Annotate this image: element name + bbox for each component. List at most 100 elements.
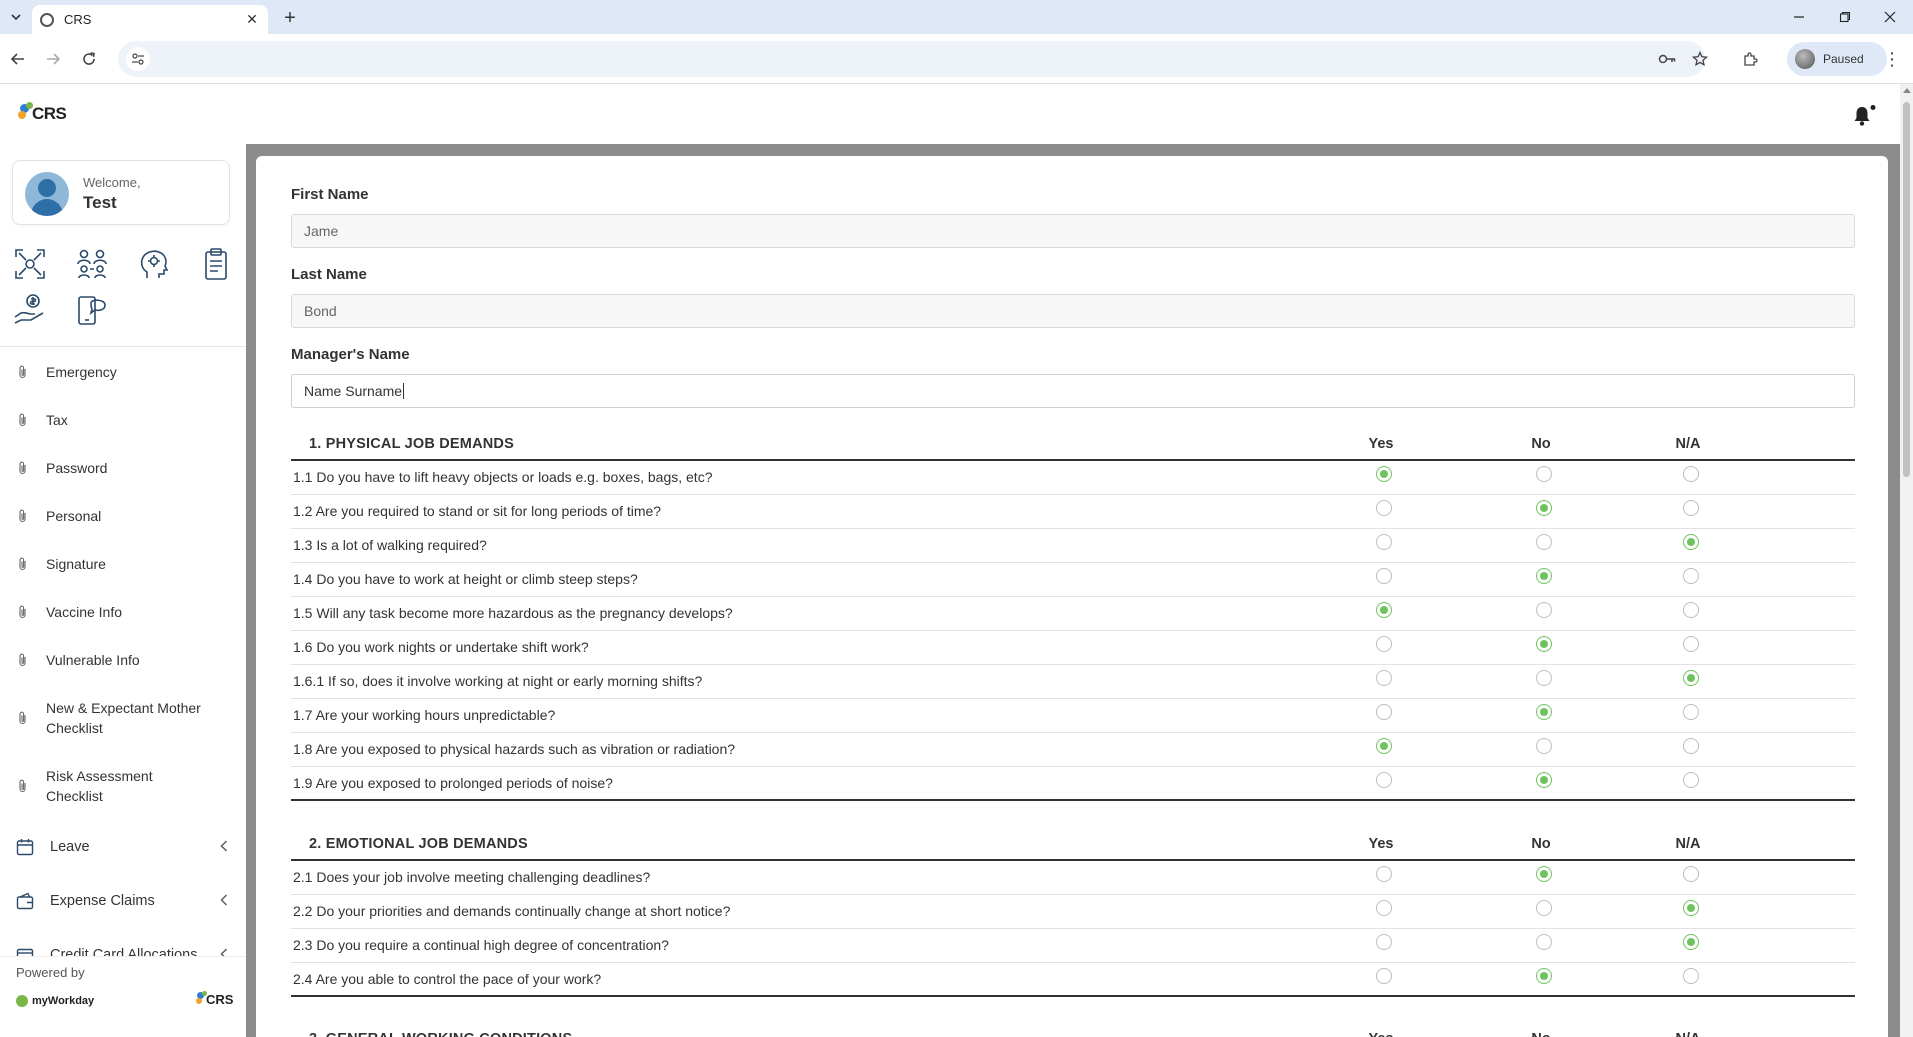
radio-no[interactable] [1536, 866, 1552, 882]
radio-no[interactable] [1536, 934, 1552, 950]
radio-no[interactable] [1536, 738, 1552, 754]
question-text: 2.2 Do your priorities and demands conti… [293, 903, 731, 919]
phone-chat-icon[interactable] [72, 290, 112, 330]
sidebar-item-label: Signature [46, 556, 106, 572]
radio-na[interactable] [1683, 568, 1699, 584]
radio-na[interactable] [1683, 704, 1699, 720]
radio-no[interactable] [1536, 636, 1552, 652]
radio-yes[interactable] [1376, 968, 1392, 984]
close-window-icon[interactable] [1867, 0, 1913, 34]
clipboard-icon[interactable] [196, 244, 236, 284]
radio-yes[interactable] [1376, 738, 1392, 754]
radio-no[interactable] [1536, 670, 1552, 686]
sidebar-group-leave[interactable]: Leave [0, 820, 246, 874]
welcome-card[interactable]: Welcome, Test [12, 160, 230, 225]
radio-yes[interactable] [1376, 866, 1392, 882]
radio-na[interactable] [1683, 866, 1699, 882]
radio-no[interactable] [1536, 968, 1552, 984]
radio-yes[interactable] [1376, 900, 1392, 916]
back-icon[interactable] [6, 47, 30, 71]
site-info-icon[interactable] [126, 47, 150, 71]
logo-text: CRS [32, 104, 67, 123]
first-name-input[interactable]: Jame [291, 214, 1855, 248]
sidebar-item-vaccine-info[interactable]: Vaccine Info [0, 588, 246, 636]
password-key-icon[interactable] [1655, 47, 1679, 71]
page-scrollbar[interactable] [1900, 84, 1913, 1037]
question-row: 1.9 Are you exposed to prolonged periods… [291, 767, 1855, 801]
salary-hand-icon[interactable] [10, 290, 50, 330]
minimize-icon[interactable] [1776, 0, 1822, 34]
scroll-up-arrow-icon[interactable] [1903, 88, 1911, 93]
radio-yes[interactable] [1376, 500, 1392, 516]
radio-na[interactable] [1683, 636, 1699, 652]
radio-no[interactable] [1536, 534, 1552, 550]
question-text: 1.5 Will any task become more hazardous … [293, 605, 733, 621]
question-text: 2.1 Does your job involve meeting challe… [293, 869, 651, 885]
sidebar-item-new-expectant-mother-checklist[interactable]: New & Expectant Mother Checklist [0, 684, 246, 752]
manager-name-input[interactable]: Name Surname [291, 374, 1855, 408]
question-row: 1.8 Are you exposed to physical hazards … [291, 733, 1855, 767]
radio-na[interactable] [1683, 772, 1699, 788]
radio-yes[interactable] [1376, 534, 1392, 550]
sidebar-item-emergency[interactable]: Emergency [0, 348, 246, 396]
column-header-yes: Yes [1368, 436, 1394, 452]
radio-na[interactable] [1683, 738, 1699, 754]
radio-na[interactable] [1683, 934, 1699, 950]
sidebar-item-signature[interactable]: Signature [0, 540, 246, 588]
sidebar-group-expense-claims[interactable]: Expense Claims [0, 874, 246, 928]
reload-icon[interactable] [77, 47, 101, 71]
radio-yes[interactable] [1376, 568, 1392, 584]
radio-no[interactable] [1536, 900, 1552, 916]
head-gear-icon[interactable] [134, 244, 174, 284]
radio-na[interactable] [1683, 534, 1699, 550]
radio-yes[interactable] [1376, 772, 1392, 788]
radio-no[interactable] [1536, 568, 1552, 584]
paperclip-icon [16, 413, 30, 427]
browser-tab[interactable]: CRS ✕ [32, 5, 268, 34]
sidebar-item-risk-assessment-checklist[interactable]: Risk Assessment Checklist [0, 752, 246, 820]
close-tab-icon[interactable]: ✕ [244, 11, 260, 28]
radio-yes[interactable] [1376, 934, 1392, 950]
myworkday-logo-text: myWorkday [32, 995, 95, 1007]
profile-button[interactable]: Paused [1787, 42, 1887, 76]
radio-no[interactable] [1536, 704, 1552, 720]
radio-na[interactable] [1683, 466, 1699, 482]
address-bar[interactable] [118, 41, 1705, 77]
radio-na[interactable] [1683, 670, 1699, 686]
section-title: 3. GENERAL WORKING CONDITIONS [309, 1031, 572, 1037]
radio-yes[interactable] [1376, 466, 1392, 482]
radio-yes[interactable] [1376, 670, 1392, 686]
sidebar-item-password[interactable]: Password [0, 444, 246, 492]
radio-no[interactable] [1536, 500, 1552, 516]
team-icon[interactable] [72, 244, 112, 284]
forward-icon[interactable] [41, 47, 65, 71]
browser-menu-icon[interactable]: ⋮ [1880, 47, 1904, 71]
crs-logo[interactable]: CRS [18, 102, 67, 124]
question-row: 1.3 Is a lot of walking required? [291, 529, 1855, 563]
question-row: 2.3 Do you require a continual high degr… [291, 929, 1855, 963]
radio-yes[interactable] [1376, 602, 1392, 618]
radio-no[interactable] [1536, 602, 1552, 618]
radio-na[interactable] [1683, 968, 1699, 984]
radio-no[interactable] [1536, 772, 1552, 788]
extensions-icon[interactable] [1738, 47, 1762, 71]
radio-na[interactable] [1683, 900, 1699, 916]
profile-status: Paused [1823, 52, 1864, 66]
last-name-input[interactable]: Bond [291, 294, 1855, 328]
radio-na[interactable] [1683, 602, 1699, 618]
sidebar-item-personal[interactable]: Personal [0, 492, 246, 540]
sidebar-item-vulnerable-info[interactable]: Vulnerable Info [0, 636, 246, 684]
radio-yes[interactable] [1376, 636, 1392, 652]
tab-search-chevron-icon[interactable] [6, 6, 26, 28]
scrollbar-thumb[interactable] [1903, 102, 1910, 477]
radio-na[interactable] [1683, 500, 1699, 516]
radio-no[interactable] [1536, 466, 1552, 482]
notification-bell-icon[interactable] [1852, 104, 1876, 128]
radio-yes[interactable] [1376, 704, 1392, 720]
new-tab-button[interactable]: + [278, 6, 302, 30]
restore-icon[interactable] [1822, 0, 1868, 34]
sidebar-item-tax[interactable]: Tax [0, 396, 246, 444]
network-icon[interactable] [10, 244, 50, 284]
paperclip-icon [16, 711, 30, 725]
bookmark-star-icon[interactable] [1688, 47, 1712, 71]
